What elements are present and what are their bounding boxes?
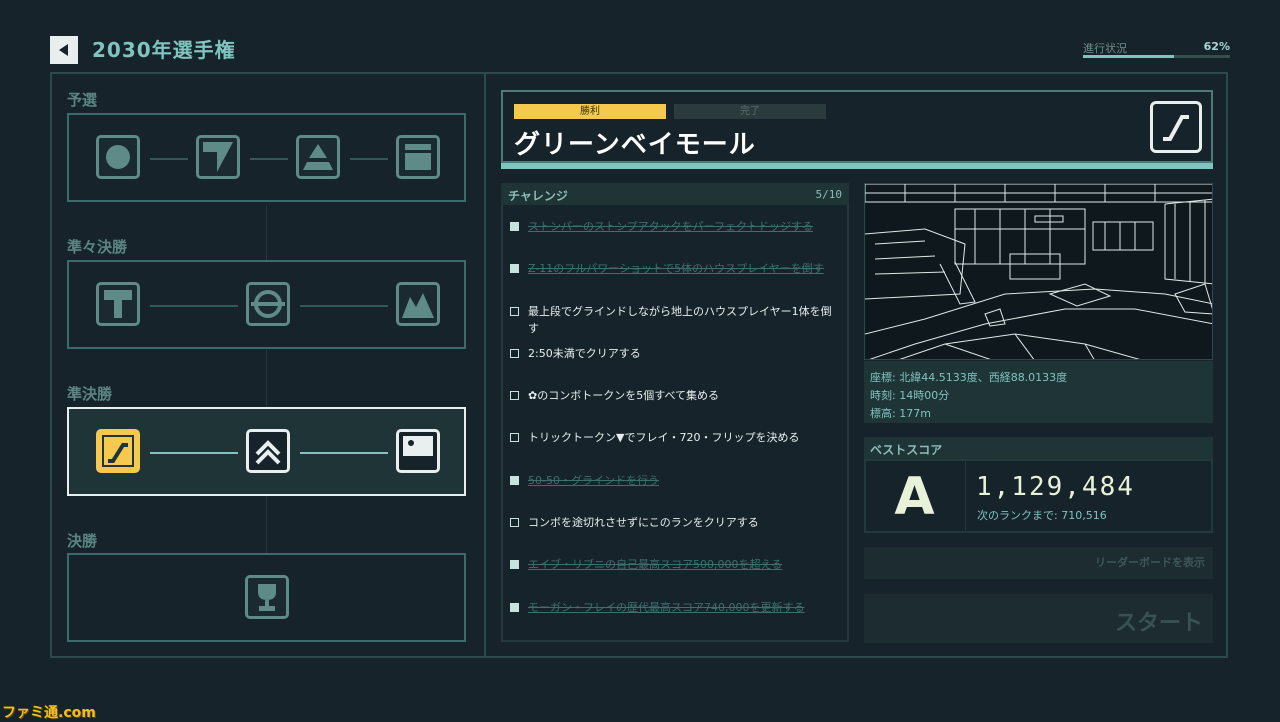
round-semifinal[interactable]: [67, 407, 466, 496]
challenge-text: エイブ・リブニの自己最高スコア500,000を超える: [528, 558, 783, 571]
stairs-icon: [1150, 101, 1202, 153]
coordinates-text: 座標: 北緯44.5133度、西経88.0133度: [870, 371, 1068, 384]
stage-connector: [250, 158, 288, 160]
rank-grade: A: [894, 467, 935, 527]
ring-stage-icon[interactable]: [246, 282, 290, 326]
checkbox-icon: [510, 264, 519, 273]
progress-label: 進行状況: [1083, 42, 1127, 55]
round-label-qualifier: 予選: [67, 91, 98, 109]
score-value: 1,129,484: [976, 472, 1135, 502]
challenge-text: 2:50未満でクリアする: [528, 347, 641, 360]
challenge-text: ✿のコンボトークンを5個すべて集める: [528, 389, 720, 402]
slope-stage-icon[interactable]: [196, 135, 240, 179]
checkbox-icon: [510, 349, 519, 358]
progress-bar: [1083, 55, 1230, 58]
challenge-title: チャレンジ: [508, 189, 568, 203]
start-button[interactable]: スタート: [864, 594, 1213, 643]
challenge-count: 5/10: [815, 188, 843, 201]
challenge-text: トリックトークン▼でフレイ・720・フリップを決める: [528, 431, 800, 444]
circle-stage-icon[interactable]: [96, 135, 140, 179]
stairs-stage-icon[interactable]: [96, 429, 140, 473]
time-text: 時刻: 14時00分: [870, 389, 950, 402]
round-quarterfinal[interactable]: [67, 260, 466, 349]
challenge-text: Z-11のフルパワーショットで5体のハウスプレイヤーを倒す: [528, 262, 824, 275]
mountain-stage-icon[interactable]: [396, 282, 440, 326]
stage-connector: [300, 452, 388, 454]
hammer-stage-icon[interactable]: [96, 282, 140, 326]
round-qualifier[interactable]: [67, 113, 466, 202]
best-score-title: ベストスコア: [870, 443, 943, 457]
checkbox-icon: [510, 433, 519, 442]
round-final[interactable]: [67, 553, 466, 642]
leaderboard-button[interactable]: リーダーボードを表示: [864, 547, 1213, 579]
round-label-semifinal: 準決勝: [67, 385, 113, 403]
challenge-text: コンボを途切れさせずにこのランをクリアする: [528, 516, 759, 529]
checkbox-icon: [510, 518, 519, 527]
checkbox-icon: [510, 307, 519, 316]
chevron-up-stage-icon[interactable]: [246, 429, 290, 473]
box-stage-icon[interactable]: [396, 135, 440, 179]
location-header-underline: [501, 163, 1213, 169]
checkbox-icon: [510, 603, 519, 612]
checkbox-icon: [510, 560, 519, 569]
challenge-text: モーガン・フレイの歴代最高スコア740,000を更新する: [528, 601, 805, 614]
challenge-text: 50-50・グラインドを行う: [528, 474, 659, 487]
complete-badge: 完了: [674, 104, 826, 119]
back-button[interactable]: [50, 36, 78, 64]
stage-connector: [150, 452, 238, 454]
challenge-panel: [501, 183, 849, 642]
victory-badge: 勝利: [514, 104, 666, 119]
trophy-icon[interactable]: [245, 575, 289, 619]
pyramid-stage-icon[interactable]: [296, 135, 340, 179]
watermark-logo: ファミ通.com: [2, 705, 96, 721]
bracket-line: [266, 205, 267, 553]
round-label-final: 決勝: [67, 532, 98, 550]
checkbox-icon: [510, 476, 519, 485]
challenge-text: ストンパーのストンプアタックをパーフェクトドッジする: [528, 220, 814, 233]
stage-connector: [150, 158, 188, 160]
stage-connector: [150, 305, 238, 307]
page-title: 2030年選手権: [92, 38, 236, 62]
altitude-text: 標高: 177m: [870, 407, 931, 420]
checkbox-icon: [510, 391, 519, 400]
progress-value: 62%: [1203, 40, 1230, 53]
back-arrow-icon: [58, 44, 68, 56]
panel-divider: [484, 74, 486, 656]
location-preview-image: [864, 183, 1213, 360]
checkbox-icon: [510, 222, 519, 231]
stage-connector: [350, 158, 388, 160]
score-divider: [965, 461, 966, 531]
location-name: グリーンベイモール: [514, 130, 756, 160]
next-rank-text: 次のランクまで: 710,516: [977, 509, 1107, 522]
round-label-quarterfinal: 準々決勝: [67, 238, 128, 256]
challenge-text: 最上段でグラインドしながら地上のハウスプレイヤー1体を倒す: [528, 305, 832, 335]
screen-stage-icon[interactable]: [396, 429, 440, 473]
progress-bar-fill: [1083, 55, 1175, 58]
stage-connector: [300, 305, 388, 307]
